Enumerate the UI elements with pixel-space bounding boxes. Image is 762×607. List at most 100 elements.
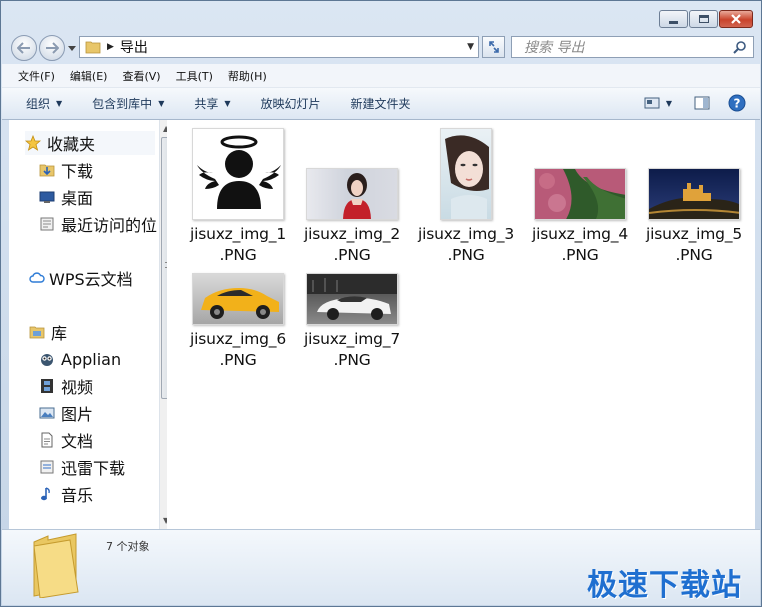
file-name-line2: .PNG bbox=[561, 246, 599, 264]
nav-item-label: 桌面 bbox=[61, 189, 94, 208]
search-input[interactable]: 搜索 导出 bbox=[511, 36, 754, 58]
arrow-left-icon bbox=[17, 42, 30, 54]
nav-item-label: 音乐 bbox=[61, 486, 94, 505]
preview-pane-icon[interactable] bbox=[694, 96, 710, 110]
chevron-down-icon: ▼ bbox=[158, 99, 165, 108]
minimize-button[interactable] bbox=[659, 10, 688, 28]
image-thumbnail-night-castle bbox=[648, 168, 740, 220]
nav-item-libraries[interactable]: 库 bbox=[29, 320, 67, 344]
nav-pane-scrollbar[interactable]: ▲ ▼ bbox=[159, 120, 167, 529]
file-name-line2: .PNG bbox=[675, 246, 713, 264]
document-icon bbox=[41, 432, 53, 448]
recent-pages-dropdown[interactable] bbox=[67, 43, 77, 53]
file-name: jisuxz_img_4 .PNG bbox=[517, 224, 643, 266]
file-name-line1: jisuxz_img_3 bbox=[417, 225, 515, 243]
image-thumbnail-portrait-red-dress bbox=[306, 168, 398, 220]
search-icon[interactable] bbox=[733, 40, 747, 54]
menu-tools[interactable]: 工具(T) bbox=[176, 68, 213, 84]
folder-large-icon bbox=[33, 533, 79, 598]
nav-item-favorites[interactable]: 收藏夹 bbox=[25, 131, 155, 155]
new-folder-button[interactable]: 新建文件夹 bbox=[351, 95, 411, 112]
nav-item-downloads[interactable]: 下载 bbox=[39, 158, 93, 182]
back-button[interactable] bbox=[11, 35, 37, 61]
cloud-icon bbox=[29, 272, 45, 283]
image-thumbnail-yellow-suv bbox=[192, 273, 284, 325]
nav-item-label: 下载 bbox=[61, 162, 94, 181]
refresh-icon bbox=[488, 41, 499, 53]
nav-item-label: 收藏夹 bbox=[47, 135, 96, 154]
forward-button[interactable] bbox=[39, 35, 65, 61]
nav-item-label: 视频 bbox=[61, 378, 94, 397]
nav-item-wps-cloud[interactable]: WPS云文档 bbox=[29, 266, 133, 290]
menu-bar: 文件(F) 编辑(E) 查看(V) 工具(T) 帮助(H) bbox=[2, 64, 760, 88]
star-icon bbox=[25, 135, 41, 151]
nav-item-videos[interactable]: 视频 bbox=[39, 374, 93, 398]
file-name: jisuxz_img_7 .PNG bbox=[289, 329, 415, 371]
menu-edit[interactable]: 编辑(E) bbox=[70, 68, 108, 84]
item-count: 7 个对象 bbox=[106, 540, 150, 553]
file-name-line1: jisuxz_img_6 bbox=[189, 330, 287, 348]
chevron-down-icon: ▼ bbox=[56, 99, 63, 108]
breadcrumb-separator[interactable]: ▶ bbox=[107, 42, 114, 52]
share-button[interactable]: 共享 ▼ bbox=[194, 95, 230, 112]
watermark-logo: 极速下载站 bbox=[587, 568, 742, 603]
maximize-icon bbox=[698, 15, 709, 23]
image-thumbnail-white-sports-car bbox=[306, 273, 398, 325]
include-library-label: 包含到库中 bbox=[92, 97, 153, 111]
nav-item-label: WPS云文档 bbox=[49, 270, 133, 289]
explorer-window: ▶ 导出 ▼ 搜索 导出 文件(F) 编辑(E) 查看(V) 工具(T) 帮助(… bbox=[0, 0, 762, 607]
nav-item-pictures[interactable]: 图片 bbox=[39, 401, 93, 425]
thumbnail-wrap bbox=[181, 233, 295, 325]
folder-icon bbox=[85, 41, 101, 54]
close-button[interactable] bbox=[719, 10, 753, 28]
chevron-down-icon: ▼ bbox=[224, 99, 231, 108]
nav-item-music[interactable]: 音乐 bbox=[39, 482, 93, 506]
nav-item-label: 最近访问的位 bbox=[61, 216, 158, 235]
menu-file[interactable]: 文件(F) bbox=[18, 68, 55, 84]
file-name-line1: jisuxz_img_4 bbox=[531, 225, 629, 243]
picture-icon bbox=[39, 407, 55, 419]
menu-help[interactable]: 帮助(H) bbox=[228, 68, 267, 84]
change-view-icon[interactable] bbox=[644, 97, 660, 109]
view-options-dropdown[interactable]: ▼ bbox=[666, 99, 672, 108]
file-name-line1: jisuxz_img_7 bbox=[303, 330, 401, 348]
breadcrumb-current-folder[interactable]: 导出 bbox=[120, 37, 148, 57]
image-thumbnail-portrait-face bbox=[440, 128, 492, 220]
thumbnail-wrap bbox=[637, 128, 751, 220]
address-history-dropdown[interactable]: ▼ bbox=[467, 42, 474, 52]
organize-button[interactable]: 组织 ▼ bbox=[26, 95, 62, 112]
nav-item-desktop[interactable]: 桌面 bbox=[39, 185, 93, 209]
nav-item-applian[interactable]: Applian bbox=[39, 347, 121, 371]
image-thumbnail-pink-forest-aerial bbox=[534, 168, 626, 220]
file-name: jisuxz_img_5 .PNG bbox=[631, 224, 757, 266]
file-name-line2: .PNG bbox=[333, 351, 371, 369]
nav-item-documents[interactable]: 文档 bbox=[39, 428, 93, 452]
refresh-button[interactable] bbox=[482, 36, 505, 58]
svg-text:?: ? bbox=[734, 97, 741, 111]
file-name-line2: .PNG bbox=[447, 246, 485, 264]
chevron-down-icon bbox=[68, 45, 76, 51]
owl-icon bbox=[41, 354, 53, 366]
nav-item-label: 库 bbox=[51, 324, 68, 343]
search-placeholder: 搜索 导出 bbox=[524, 40, 585, 56]
file-name: jisuxz_img_6 .PNG bbox=[175, 329, 301, 371]
new-folder-label: 新建文件夹 bbox=[350, 97, 411, 111]
window-controls bbox=[659, 10, 753, 28]
arrow-right-icon bbox=[46, 42, 59, 54]
details-pane: 7 个对象 极速下载站 bbox=[2, 529, 760, 605]
menu-view[interactable]: 查看(V) bbox=[122, 68, 160, 84]
command-bar-right: ▼ ? bbox=[634, 94, 746, 112]
library-icon bbox=[29, 326, 45, 339]
maximize-button[interactable] bbox=[689, 10, 718, 28]
file-name-line1: jisuxz_img_5 bbox=[645, 225, 743, 243]
nav-item-thunder[interactable]: 迅雷下载 bbox=[39, 455, 125, 479]
slideshow-label: 放映幻灯片 bbox=[260, 97, 321, 111]
address-bar[interactable]: ▶ 导出 ▼ bbox=[79, 36, 479, 58]
nav-item-recent[interactable]: 最近访问的位 bbox=[39, 212, 157, 236]
thumbnail-wrap bbox=[295, 233, 409, 325]
slideshow-button[interactable]: 放映幻灯片 bbox=[261, 95, 321, 112]
file-list-area: jisuxz_img_1 .PNG jisuxz_img_2 .PNG jisu… bbox=[167, 120, 755, 529]
help-icon[interactable]: ? bbox=[728, 94, 746, 112]
organize-label: 组织 bbox=[26, 97, 51, 111]
include-library-button[interactable]: 包含到库中 ▼ bbox=[92, 95, 164, 112]
